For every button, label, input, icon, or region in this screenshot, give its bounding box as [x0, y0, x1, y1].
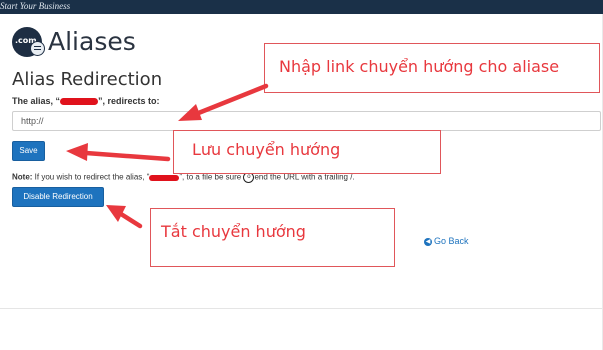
redirect-url-input[interactable]	[12, 111, 601, 131]
arrow-head-save	[66, 143, 88, 161]
alias-label: The alias, “”, redirects to:	[12, 96, 160, 106]
arrow-to-save	[83, 150, 171, 162]
arrow-to-input	[193, 83, 269, 117]
section-title: Alias Redirection	[12, 69, 163, 90]
annotation-save-hint: Lưu chuyển hướng	[173, 130, 441, 174]
redacted-alias-note	[149, 174, 180, 181]
save-button[interactable]: Save	[12, 141, 45, 161]
redacted-alias	[60, 98, 99, 106]
back-arrow-icon: ◀	[424, 237, 432, 246]
aliases-logo-icon: .com	[12, 27, 45, 57]
go-back-link[interactable]: ◀ Go Back	[424, 236, 469, 246]
annotation-disable-hint: Tắt chuyển hướng	[150, 208, 395, 267]
top-bar: Start Your Business	[0, 0, 603, 14]
arrow-head-disable	[106, 205, 126, 222]
arrow-to-disable	[118, 211, 143, 229]
divider-line	[0, 308, 603, 309]
page-title: Aliases	[48, 27, 136, 56]
disable-redirection-button[interactable]: Disable Redirection	[12, 187, 104, 207]
tagline: Start Your Business	[0, 1, 71, 11]
annotation-input-hint: Nhập link chuyển hướng cho aliase	[264, 43, 600, 93]
